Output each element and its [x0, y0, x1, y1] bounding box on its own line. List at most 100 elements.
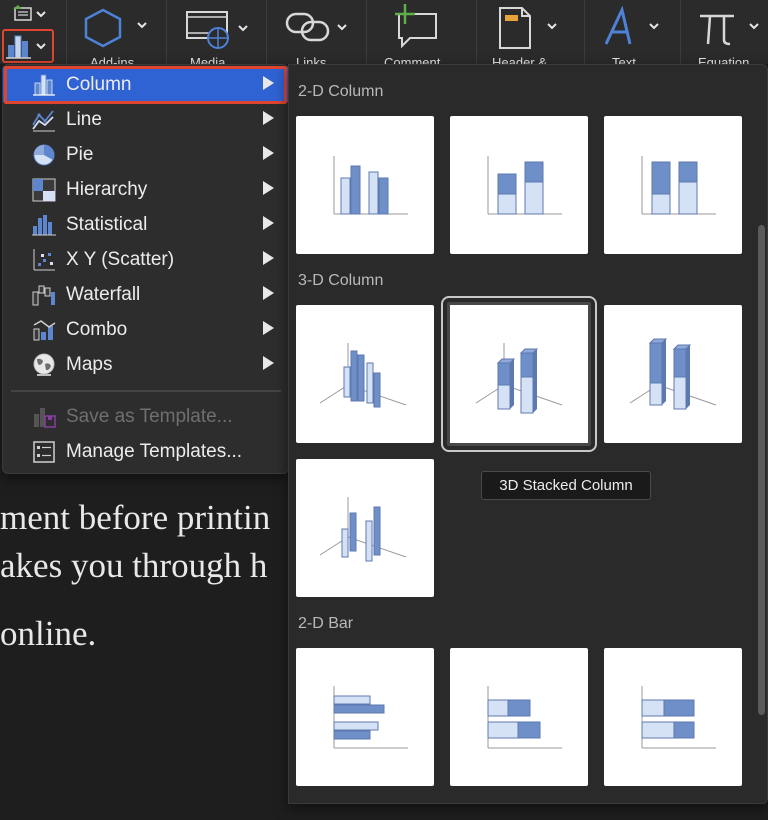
3d-percent-stacked-column-icon: [629, 338, 717, 410]
stacked-bar-icon: [487, 686, 562, 749]
chart-button[interactable]: [2, 29, 54, 63]
equation-label: Equation: [698, 55, 750, 64]
column-chart-gallery: 2-D Column 3-D Column 2-D Bar: [288, 64, 768, 804]
link-icon: [285, 12, 347, 42]
thumb-3d-column[interactable]: [296, 459, 434, 597]
pie-chart-icon: [33, 144, 55, 166]
text-button[interactable]: Text: [600, 5, 670, 64]
header-footer-button[interactable]: Header &: [492, 6, 572, 64]
media-label: Media: [190, 55, 226, 64]
menu-item-label: Column: [66, 74, 132, 95]
small-ribbon-button[interactable]: [10, 5, 54, 25]
submenu-arrow-icon: [263, 321, 274, 335]
column-chart-icon: [33, 74, 55, 96]
text-a-icon: [604, 5, 659, 45]
menu-item-label: X Y (Scatter): [66, 249, 175, 270]
menu-item-statistical[interactable]: Statistical: [3, 207, 288, 242]
document-body: ment before printin akes you through h o…: [0, 470, 300, 820]
media-icon: [186, 11, 248, 49]
menu-item-pie[interactable]: Pie: [3, 137, 288, 172]
menu-item-label: Combo: [66, 319, 128, 340]
thumb-3d-stacked-column[interactable]: [441, 296, 597, 452]
stacked-column-icon: [487, 156, 562, 215]
thumb-3d-100-stacked-column[interactable]: [604, 305, 742, 443]
menu-item-column[interactable]: Column: [3, 67, 288, 102]
gallery-scrollbar[interactable]: [758, 225, 765, 715]
thumb-stacked-bar[interactable]: [450, 648, 588, 786]
document-dropdown-icon: [13, 5, 46, 21]
menu-item-scatter[interactable]: X Y (Scatter): [3, 242, 288, 277]
menu-item-label: Waterfall: [66, 284, 141, 305]
submenu-arrow-icon: [263, 181, 274, 195]
percent-stacked-column-icon: [641, 156, 716, 215]
clustered-bar-icon: [333, 686, 408, 749]
3d-column-icon: [319, 497, 407, 562]
addins-button[interactable]: Add-ins: [82, 6, 154, 64]
chart-type-menu: Column Line Pie Hierarchy Statistical X …: [2, 64, 289, 474]
thumb-3d-clustered-column[interactable]: [296, 305, 434, 443]
hierarchy-chart-icon: [32, 178, 56, 202]
menu-divider: [11, 390, 281, 392]
menu-item-hierarchy[interactable]: Hierarchy: [3, 172, 288, 207]
save-template-icon: [34, 408, 56, 428]
clustered-column-icon: [333, 156, 408, 215]
links-button[interactable]: Links: [284, 6, 356, 64]
header-label: Header &: [492, 55, 547, 64]
globe-icon: [33, 353, 55, 376]
section-title-2d-column: 2-D Column: [298, 83, 384, 100]
submenu-arrow-icon: [263, 76, 274, 90]
submenu-arrow-icon: [263, 286, 274, 300]
thumb-stacked-column[interactable]: [450, 116, 588, 254]
menu-item-manage-templates[interactable]: Manage Templates...: [3, 434, 288, 469]
addins-label: Add-ins: [90, 55, 135, 64]
submenu-arrow-icon: [263, 111, 274, 125]
menu-item-label: Manage Templates...: [66, 441, 243, 462]
percent-stacked-bar-icon: [641, 686, 716, 749]
menu-item-label: Save as Template...: [66, 406, 233, 427]
chart-tooltip: 3D Stacked Column: [481, 471, 651, 500]
menu-item-combo[interactable]: Combo: [3, 312, 288, 347]
document-line: akes you through h: [0, 546, 268, 585]
thumb-clustered-bar[interactable]: [296, 648, 434, 786]
header-footer-icon: [499, 7, 557, 49]
menu-item-save-template: Save as Template...: [3, 399, 288, 434]
links-label: Links: [296, 55, 327, 64]
thumb-100-stacked-bar[interactable]: [604, 648, 742, 786]
menu-item-label: Statistical: [66, 214, 148, 235]
section-title-3d-column: 3-D Column: [298, 272, 384, 289]
submenu-arrow-icon: [263, 216, 274, 230]
submenu-arrow-icon: [263, 251, 274, 265]
comment-icon: [395, 4, 437, 49]
menu-item-waterfall[interactable]: Waterfall: [3, 277, 288, 312]
thumb-100-stacked-column[interactable]: [604, 116, 742, 254]
section-title-2d-bar: 2-D Bar: [298, 615, 354, 632]
hexagon-icon: [84, 8, 147, 48]
scatter-chart-icon: [33, 249, 55, 271]
menu-item-label: Line: [66, 109, 102, 130]
menu-item-maps[interactable]: Maps: [3, 347, 288, 382]
text-label: Text: [612, 55, 636, 64]
media-button[interactable]: Media: [184, 6, 256, 64]
equation-button[interactable]: Equation: [696, 6, 768, 64]
document-line: ment before printin: [0, 498, 271, 537]
line-chart-icon: [32, 110, 55, 132]
menu-item-label: Pie: [66, 144, 94, 165]
submenu-arrow-icon: [263, 146, 274, 160]
menu-item-line[interactable]: Line: [3, 102, 288, 137]
3d-stacked-column-icon: [475, 343, 563, 414]
combo-chart-icon: [33, 320, 56, 341]
3d-clustered-column-icon: [319, 343, 407, 408]
statistical-chart-icon: [32, 215, 56, 236]
column-chart-icon: [6, 35, 46, 59]
document-line: online.: [0, 614, 97, 653]
thumb-clustered-column[interactable]: [296, 116, 434, 254]
manage-templates-icon: [33, 441, 55, 463]
comment-label: Comment: [384, 55, 441, 64]
ribbon-toolbar: Add-ins Media Links Comment Header & Tex…: [0, 0, 768, 64]
pi-icon: [700, 14, 759, 46]
menu-item-label: Hierarchy: [66, 179, 148, 200]
menu-item-label: Maps: [66, 354, 113, 375]
submenu-arrow-icon: [263, 356, 274, 370]
waterfall-chart-icon: [32, 285, 55, 306]
comment-button[interactable]: Comment: [384, 4, 464, 64]
